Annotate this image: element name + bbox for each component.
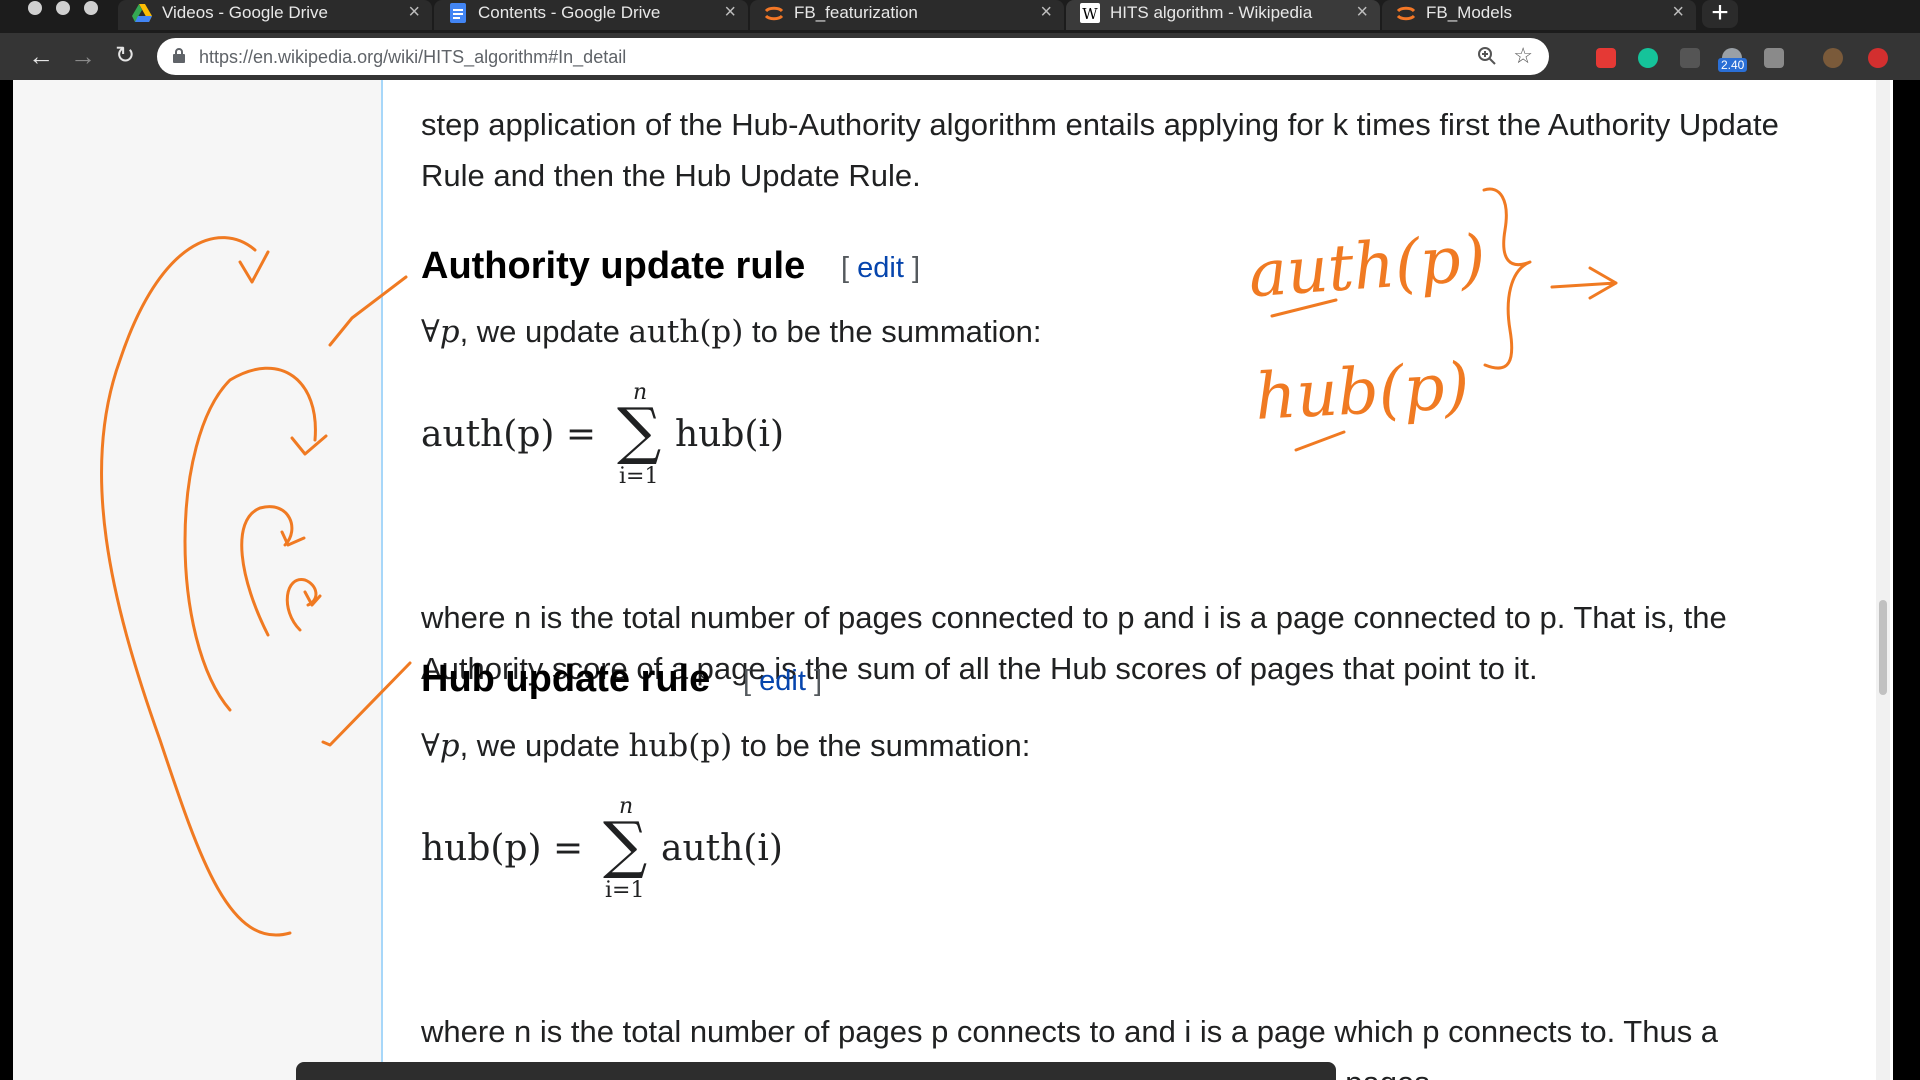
authority-intro: ∀p, we update auth(p) to be the summatio… [421,314,1041,350]
text-line: Rule and then the Hub Update Rule. [421,158,921,193]
svg-text:W: W [1082,5,1098,23]
intro-text-b: to be the summation: [732,728,1031,763]
hub-heading: Hub update rule [421,658,711,700]
intro-text-a: , we update [459,728,629,763]
extension-badge: 2.40 [1718,58,1748,72]
update-icon[interactable] [1868,48,1888,68]
jupyter-icon [764,3,784,23]
intro-text-b: to be the summation: [743,314,1042,349]
wikipedia-icon: W [1080,3,1100,23]
close-icon[interactable]: × [1672,1,1684,24]
window-close-button[interactable] [28,1,42,15]
close-icon[interactable]: × [408,1,420,24]
window-edge [1893,80,1920,1080]
zoom-icon[interactable] [1477,46,1497,66]
hub-function: hub(p) [628,728,733,764]
tab-videos-google-drive[interactable]: Videos - Google Drive × [118,0,432,30]
jupyter-icon [1396,3,1416,23]
authority-heading: Authority update rule [421,245,806,287]
sum-lower-limit: i=1 [605,878,645,903]
hub-intro: ∀p, we update hub(p) to be the summation… [421,728,1030,764]
hub-formula: hub(p) = n ∑ i=1 auth(i) [421,794,821,904]
browser-toolbar: ← → ↻ https://en.wikipedia.org/wiki/HITS… [0,33,1920,80]
new-tab-button[interactable]: + [1702,0,1738,28]
tab-hits-algorithm-wikipedia[interactable]: W HITS algorithm - Wikipedia × [1066,0,1380,30]
page-scrollbar[interactable] [1876,80,1890,1080]
window-minimize-button[interactable] [56,1,70,15]
bracket-close: ] [813,665,823,697]
authority-edit-section: [ edit ] [841,252,920,285]
reload-icon[interactable]: ↻ [110,41,140,71]
sigma-symbol: ∑ [603,808,648,881]
close-icon[interactable]: × [1356,1,1368,24]
window-zoom-button[interactable] [84,1,98,15]
tab-strip: Videos - Google Drive × Contents - Googl… [0,0,1920,33]
text-line: where n is the total number of pages con… [421,600,1727,635]
lock-icon [173,48,185,63]
authority-formula: auth(p) = n ∑ i=1 hub(i) [421,380,821,490]
wikipedia-sidebar [13,80,383,1080]
forward-arrow-icon[interactable]: → [68,41,98,71]
text-line: step application of the Hub-Authority al… [421,107,1779,142]
close-icon[interactable]: × [724,1,736,24]
sigma-symbol: ∑ [617,394,662,467]
address-bar[interactable]: https://en.wikipedia.org/wiki/HITS_algor… [157,38,1549,75]
scrollbar-thumb[interactable] [1879,600,1887,695]
text-line: where n is the total number of pages p c… [421,1014,1719,1049]
tab-label: FB_Models [1426,3,1512,22]
intro-paragraph: step application of the Hub-Authority al… [421,99,1861,201]
formula-rhs: auth(i) [661,828,783,869]
forall-symbol: ∀p [421,728,460,764]
gmail-extension-icon[interactable] [1596,48,1616,68]
authority-edit-link[interactable]: edit [857,252,904,284]
tab-contents-google-drive[interactable]: Contents - Google Drive × [434,0,748,30]
tab-label: Contents - Google Drive [478,3,661,22]
tab-label: HITS algorithm - Wikipedia [1110,3,1313,22]
grammarly-extension-icon[interactable] [1638,48,1658,68]
formula-lhs: auth(p) = [421,414,597,455]
bracket-open: [ [841,252,850,284]
back-arrow-icon[interactable]: ← [26,41,56,71]
bracket-close: ] [911,252,921,284]
google-drive-icon [132,3,152,23]
facebook-extension-icon[interactable] [1764,48,1784,68]
bookmark-star-icon[interactable]: ☆ [1513,43,1533,69]
url-text[interactable]: https://en.wikipedia.org/wiki/HITS_algor… [199,47,626,68]
formula-rhs: hub(i) [675,414,785,455]
formula-lhs: hub(p) = [421,828,584,869]
extension-arrow-icon[interactable] [1680,48,1700,68]
close-icon[interactable]: × [1040,1,1052,24]
tab-label: Videos - Google Drive [162,3,328,22]
tab-fb-models[interactable]: FB_Models × [1382,0,1696,30]
tab-fb-featurization[interactable]: FB_featurization × [750,0,1064,30]
sum-lower-limit: i=1 [619,464,659,489]
hub-edit-link[interactable]: edit [759,665,806,697]
forall-symbol: ∀p [421,314,460,350]
web-page: step application of the Hub-Authority al… [13,80,1893,1080]
hub-edit-section: [ edit ] [743,665,822,698]
profile-avatar[interactable] [1823,48,1843,68]
auth-function: auth(p) [628,314,744,350]
drawing-toolbar[interactable] [296,1062,1336,1080]
tab-label: FB_featurization [794,3,918,22]
intro-text-a: , we update [459,314,629,349]
bracket-open: [ [743,665,752,697]
google-docs-icon [448,3,468,23]
